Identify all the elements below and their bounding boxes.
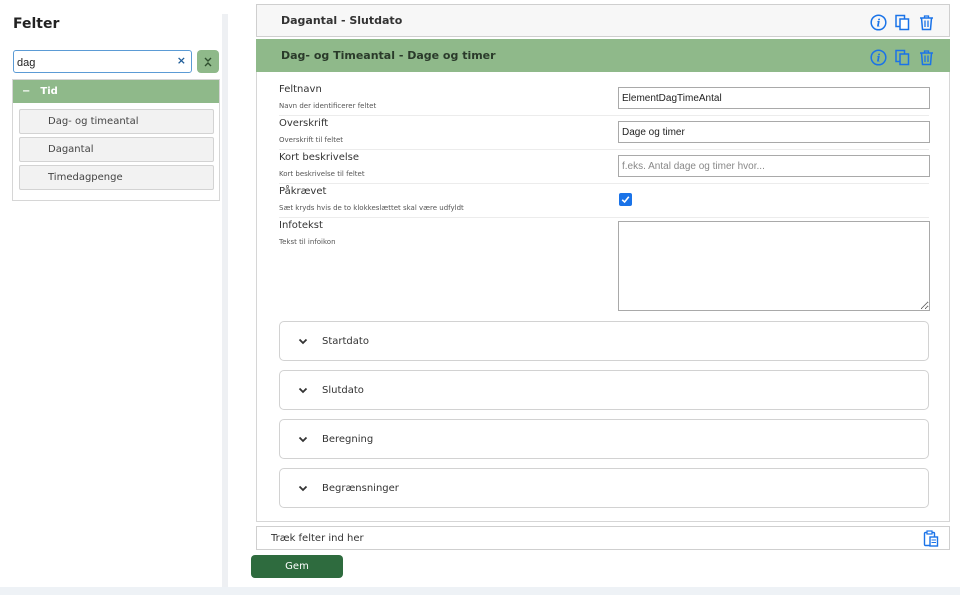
checkmark-icon [621, 196, 630, 204]
fields-sidebar: Felter × − Tid Dag- og timeantal Daganta… [0, 0, 222, 595]
field-sublabel: Navn der identificerer feltet [279, 102, 377, 110]
copy-icon[interactable] [893, 13, 911, 31]
section-label: Beregning [322, 433, 374, 445]
search-input[interactable] [14, 52, 164, 74]
field-sublabel: Sæt kryds hvis de to klokkeslættet skal … [279, 204, 464, 212]
panel-body: Feltnavn Navn der identificerer feltet O… [256, 72, 950, 522]
sidebar-title: Felter [13, 16, 60, 32]
row-infotekst: Infotekst Tekst til infoikon [279, 220, 930, 315]
row-overskrift: Overskrift Overskrift til feltet [279, 118, 930, 150]
chevron-down-icon [298, 387, 310, 394]
trash-icon[interactable] [917, 13, 935, 31]
field-sublabel: Tekst til infoikon [279, 238, 336, 246]
trash-icon[interactable] [917, 48, 935, 66]
tree-item-dag-og-timeantal[interactable]: Dag- og timeantal [19, 109, 214, 134]
panel-header-dagantal-slutdato[interactable]: Dagantal - Slutdato i [256, 4, 950, 37]
row-paakraevet: Påkrævet Sæt kryds hvis de to klokkeslæt… [279, 186, 929, 218]
chevron-down-icon [298, 436, 310, 443]
copy-icon[interactable] [893, 48, 911, 66]
section-beregning[interactable]: Beregning [279, 419, 929, 459]
section-label: Startdato [322, 335, 369, 347]
section-label: Slutdato [322, 384, 364, 396]
field-label: Infotekst [279, 220, 323, 231]
footer-strip [0, 587, 960, 595]
save-button[interactable]: Gem [251, 555, 343, 578]
collapse-all-button[interactable] [197, 50, 219, 73]
search-field[interactable]: × [13, 50, 192, 74]
section-label: Begrænsninger [322, 482, 399, 494]
paste-icon[interactable] [923, 530, 939, 550]
tree-group-header[interactable]: − Tid [13, 80, 219, 103]
group-toggle-icon[interactable]: − [22, 86, 30, 97]
kort-beskrivelse-input[interactable] [618, 155, 930, 177]
drop-zone-label: Træk felter ind her [271, 532, 364, 544]
field-tree: − Tid Dag- og timeantal Dagantal Timedag… [12, 79, 220, 201]
field-label: Kort beskrivelse [279, 152, 359, 163]
chevron-down-icon [298, 338, 310, 345]
panel-title: Dagantal - Slutdato [281, 14, 403, 27]
panel-actions: i [869, 13, 935, 31]
row-kort-beskrivelse: Kort beskrivelse Kort beskrivelse til fe… [279, 152, 930, 184]
info-icon[interactable]: i [869, 13, 887, 31]
section-begraensninger[interactable]: Begrænsninger [279, 468, 929, 508]
section-slutdato[interactable]: Slutdato [279, 370, 929, 410]
field-label: Overskrift [279, 118, 329, 129]
field-sublabel: Kort beskrivelse til feltet [279, 170, 365, 178]
infotekst-textarea[interactable] [618, 221, 930, 311]
tree-item-dagantal[interactable]: Dagantal [19, 137, 214, 162]
overskrift-input[interactable] [618, 121, 930, 143]
tree-item-timedagpenge[interactable]: Timedagpenge [19, 165, 214, 190]
group-label: Tid [40, 86, 58, 97]
panel-actions: i [869, 48, 935, 66]
field-label: Påkrævet [279, 186, 327, 197]
info-icon[interactable]: i [869, 48, 887, 66]
chevrons-collapse-icon [204, 57, 212, 66]
clear-search-icon[interactable]: × [177, 54, 186, 67]
section-startdato[interactable]: Startdato [279, 321, 929, 361]
column-divider [222, 14, 228, 595]
svg-text:i: i [876, 18, 880, 29]
panel-header-dag-og-timeantal[interactable]: Dag- og Timeantal - Dage og timer i [256, 39, 950, 72]
field-sublabel: Overskrift til feltet [279, 136, 344, 144]
required-checkbox[interactable] [619, 193, 632, 206]
field-label: Feltnavn [279, 84, 322, 95]
row-feltnavn: Feltnavn Navn der identificerer feltet [279, 84, 930, 116]
feltnavn-input[interactable] [618, 87, 930, 109]
chevron-down-icon [298, 485, 310, 492]
panel-title: Dag- og Timeantal - Dage og timer [281, 49, 496, 62]
drop-zone[interactable]: Træk felter ind her [256, 526, 950, 550]
svg-text:i: i [876, 53, 880, 64]
